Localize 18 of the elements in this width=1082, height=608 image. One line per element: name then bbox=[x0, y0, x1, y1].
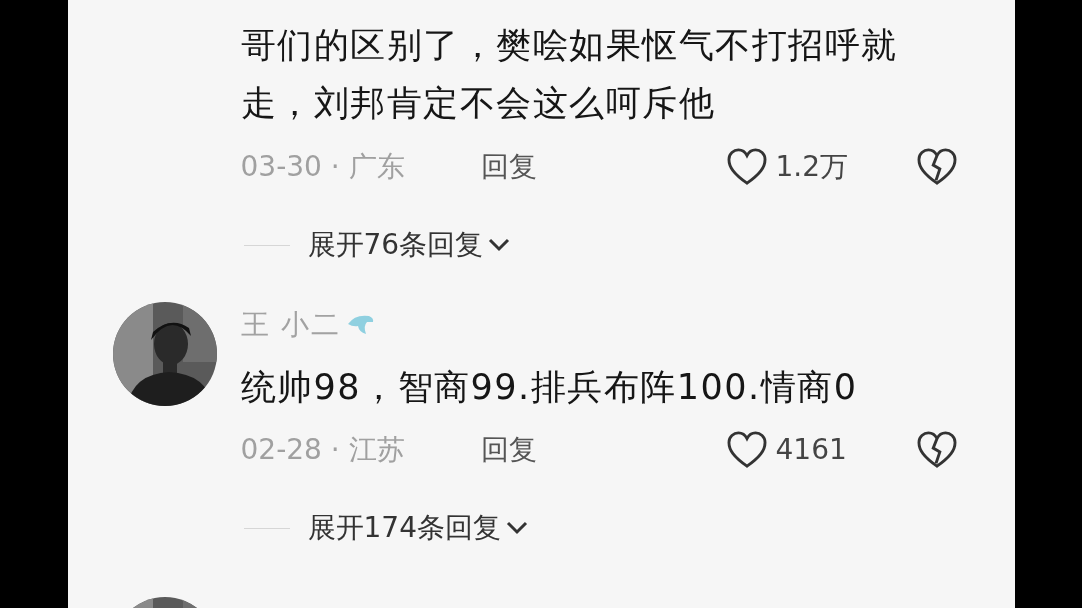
broken-heart-icon[interactable] bbox=[915, 148, 958, 186]
heart-icon[interactable] bbox=[725, 148, 768, 186]
author-name: 王 小二 bbox=[240, 307, 342, 343]
comment-text: 走，刘邦肯定不会这么呵斥他 bbox=[240, 82, 716, 125]
chevron-down-icon bbox=[487, 237, 512, 253]
comment-text: 统帅98，智商99.排兵布阵100.情商0 bbox=[240, 366, 859, 409]
comment-meta: 02-28 · 江苏 bbox=[240, 432, 406, 468]
chevron-down-icon bbox=[504, 520, 529, 536]
broken-heart-icon[interactable] bbox=[915, 431, 958, 469]
expand-replies-button[interactable]: 展开174条回复 bbox=[307, 507, 529, 549]
comment-meta: 03-30 · 广东 bbox=[240, 149, 406, 185]
reply-button[interactable]: 回复 bbox=[480, 146, 537, 188]
like-count: 1.2万 bbox=[775, 149, 850, 185]
heart-icon[interactable] bbox=[725, 431, 768, 469]
reply-button[interactable]: 回复 bbox=[480, 429, 537, 471]
like-count: 4161 bbox=[775, 432, 848, 468]
comment-text: 哥们的区别了，樊哙如果怄气不打招呼就 bbox=[240, 24, 899, 67]
expand-replies-button[interactable]: 展开76条回复 bbox=[307, 224, 512, 266]
